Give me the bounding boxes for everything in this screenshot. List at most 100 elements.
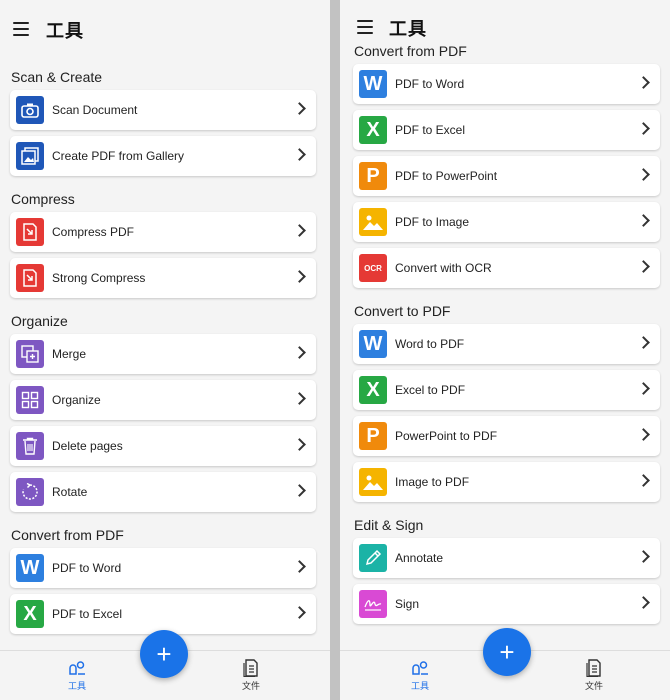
section-title-convert-from-pdf: Convert from PDF [354, 43, 467, 59]
page-title: 工具 [46, 21, 84, 41]
image-icon [359, 468, 387, 496]
tab-files-label: 文件 [584, 681, 603, 691]
create-pdf-from-gallery-button[interactable]: Create PDF from Gallery [10, 136, 316, 176]
tools-screen-left: 工具 Scan & Create Scan Document Create PD… [0, 0, 330, 700]
rotate-icon [16, 478, 44, 506]
pencil-icon [359, 544, 387, 572]
chevron-right-icon [293, 606, 306, 619]
pdf-to-word-button[interactable]: W PDF to Word [10, 548, 316, 588]
sign-button[interactable]: Sign [353, 584, 660, 624]
word-to-pdf-button[interactable]: W Word to PDF [353, 324, 660, 364]
row-label: Compress PDF [52, 225, 135, 239]
section-title-organize: Organize [11, 313, 68, 329]
files-icon [243, 659, 258, 677]
powerpoint-icon: P [359, 162, 387, 190]
camera-icon [16, 96, 44, 124]
powerpoint-to-pdf-button[interactable]: P PowerPoint to PDF [353, 416, 660, 456]
row-label: PDF to Image [395, 215, 470, 229]
row-label: Image to PDF [395, 475, 470, 489]
chevron-right-icon [637, 474, 650, 487]
excel-icon: X [359, 376, 387, 404]
row-label: PDF to PowerPoint [395, 169, 498, 183]
gallery-icon [16, 142, 44, 170]
row-label: PDF to Word [395, 77, 465, 91]
excel-to-pdf-button[interactable]: X Excel to PDF [353, 370, 660, 410]
image-to-pdf-button[interactable]: Image to PDF [353, 462, 660, 502]
chevron-right-icon [637, 336, 650, 349]
tools-icon [412, 661, 428, 675]
hamburger-menu-icon[interactable] [13, 22, 29, 36]
chevron-right-icon [293, 346, 306, 359]
delete-pages-button[interactable]: Delete pages [10, 426, 316, 466]
annotate-button[interactable]: Annotate [353, 538, 660, 578]
merge-icon [16, 340, 44, 368]
excel-icon: X [16, 600, 44, 628]
trash-icon [16, 432, 44, 460]
row-label: Organize [52, 393, 101, 407]
chevron-right-icon [293, 102, 306, 115]
signature-icon [359, 590, 387, 618]
chevron-right-icon [293, 392, 306, 405]
tab-tools-label: 工具 [67, 681, 86, 691]
convert-with-ocr-button[interactable]: OCR Convert with OCR [353, 248, 660, 288]
row-label: Delete pages [52, 439, 123, 453]
pdf-to-excel-button[interactable]: X PDF to Excel [10, 594, 316, 634]
ocr-icon: OCR [359, 254, 387, 282]
chevron-right-icon [637, 122, 650, 135]
strong-compress-button[interactable]: Strong Compress [10, 258, 316, 298]
add-fab-button[interactable]: + [140, 630, 188, 678]
chevron-right-icon [637, 76, 650, 89]
tab-tools-label: 工具 [410, 681, 429, 691]
organize-button[interactable]: Organize [10, 380, 316, 420]
section-title-convert-to-pdf: Convert to PDF [354, 303, 451, 319]
pdf-to-word-button[interactable]: W PDF to Word [353, 64, 660, 104]
chevron-right-icon [293, 224, 306, 237]
row-label: PowerPoint to PDF [395, 429, 498, 443]
compress-icon [16, 218, 44, 246]
chevron-right-icon [637, 168, 650, 181]
tools-screen-right: Convert from PDF W PDF to Word X PDF to … [340, 0, 670, 700]
chevron-right-icon [293, 484, 306, 497]
row-label: Strong Compress [52, 271, 146, 285]
chevron-right-icon [293, 270, 306, 283]
section-title-convert-from-pdf: Convert from PDF [11, 527, 124, 543]
row-label: Merge [52, 347, 87, 361]
row-label: Scan Document [52, 103, 138, 117]
pdf-to-excel-button[interactable]: X PDF to Excel [353, 110, 660, 150]
image-icon [359, 208, 387, 236]
plus-icon: + [156, 639, 172, 669]
tab-files-label: 文件 [241, 681, 260, 691]
screenshot-divider [330, 0, 340, 700]
compress-pdf-button[interactable]: Compress PDF [10, 212, 316, 252]
row-label: PDF to Word [52, 561, 122, 575]
section-title-scan-create: Scan & Create [11, 69, 103, 85]
chevron-right-icon [293, 560, 306, 573]
scan-document-button[interactable]: Scan Document [10, 90, 316, 130]
top-app-bar: 工具 [340, 0, 670, 40]
rotate-button[interactable]: Rotate [10, 472, 316, 512]
tab-files[interactable]: 文件 [574, 659, 614, 692]
page-title: 工具 [389, 19, 427, 39]
row-label: Word to PDF [395, 337, 465, 351]
grid-icon [16, 386, 44, 414]
tab-tools[interactable]: 工具 [57, 659, 97, 692]
top-app-bar: 工具 [0, 0, 330, 58]
files-icon [586, 659, 601, 677]
section-title-compress: Compress [11, 191, 75, 207]
section-title-edit-sign: Edit & Sign [354, 517, 424, 533]
tab-tools[interactable]: 工具 [400, 659, 440, 692]
add-fab-button[interactable]: + [483, 628, 531, 676]
row-label: PDF to Excel [52, 607, 123, 621]
pdf-to-image-button[interactable]: PDF to Image [353, 202, 660, 242]
tab-files[interactable]: 文件 [231, 659, 271, 692]
chevron-right-icon [637, 260, 650, 273]
row-label: Annotate [395, 551, 444, 565]
chevron-right-icon [637, 596, 650, 609]
tools-list: Convert from PDF W PDF to Word X PDF to … [340, 38, 670, 630]
merge-button[interactable]: Merge [10, 334, 316, 374]
hamburger-menu-icon[interactable] [357, 20, 373, 34]
pdf-to-powerpoint-button[interactable]: P PDF to PowerPoint [353, 156, 660, 196]
chevron-right-icon [637, 214, 650, 227]
plus-icon: + [499, 637, 515, 667]
chevron-right-icon [293, 438, 306, 451]
